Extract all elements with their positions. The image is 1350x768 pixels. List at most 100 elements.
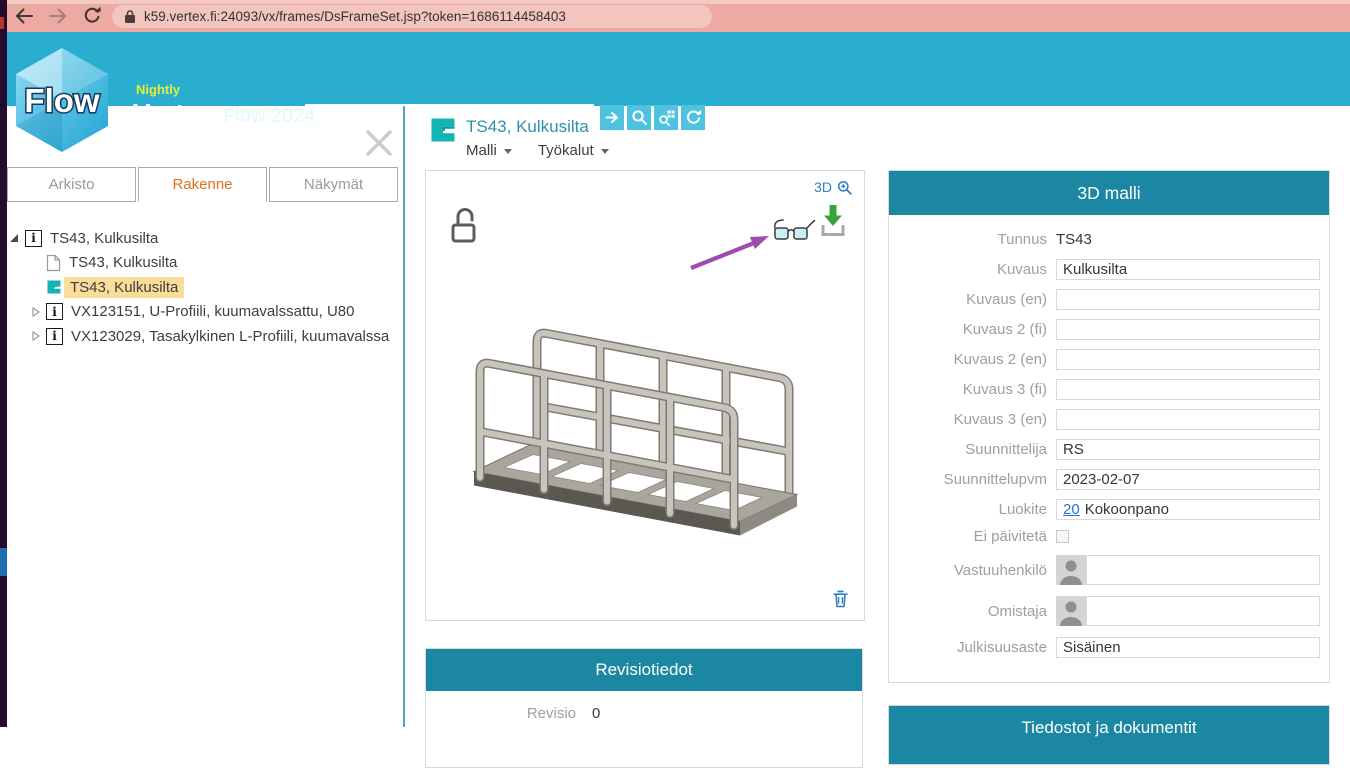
panel-divider	[403, 106, 405, 727]
kuvaus3-fi-input[interactable]	[1056, 379, 1320, 400]
field-label: Vastuuhenkilö	[897, 562, 1047, 579]
zoom-3d-label: 3D	[814, 179, 832, 195]
field-label: Tunnus	[897, 231, 1047, 248]
ei-paiviteta-checkbox[interactable]	[1056, 530, 1069, 543]
kuvaus-input[interactable]	[1056, 259, 1320, 280]
field-kuvaus2-en: Kuvaus 2 (en)	[897, 349, 1329, 370]
kuvaus3-en-input[interactable]	[1056, 409, 1320, 430]
field-tunnus: Tunnus TS43	[897, 229, 1329, 250]
tree-item-root[interactable]: i TS43, Kulkusilta	[7, 226, 404, 251]
search-button[interactable]	[627, 105, 651, 130]
product-name: Flow 2024	[223, 105, 315, 128]
field-label: Luokite	[897, 501, 1047, 518]
open-3d-viewer[interactable]: 3D	[814, 179, 852, 195]
app-header: Nightly Vertex Flow 2024	[0, 32, 1350, 106]
caret-expanded-icon[interactable]	[9, 233, 19, 243]
model-c-icon	[46, 279, 62, 295]
tab-arkisto[interactable]: Arkisto	[7, 167, 136, 202]
field-label: Ei päivitetä	[897, 528, 1047, 545]
address-bar[interactable]: k59.vertex.fi:24093/vx/frames/DsFrameSet…	[112, 5, 712, 28]
suunnittelija-input[interactable]	[1056, 439, 1320, 460]
caret-collapsed-icon[interactable]	[32, 307, 40, 317]
caret-collapsed-icon[interactable]	[32, 331, 40, 341]
files-panel: Tiedostot ja dokumentit	[888, 705, 1330, 765]
ssl-lock-icon	[124, 9, 136, 24]
field-kuvaus: Kuvaus	[897, 259, 1329, 280]
refresh-icon[interactable]	[82, 6, 102, 26]
chevron-down-icon	[601, 149, 609, 154]
field-label: Kuvaus 2 (en)	[897, 351, 1047, 368]
person-avatar-icon	[1056, 555, 1086, 585]
go-arrow-button[interactable]	[600, 105, 624, 130]
close-icon[interactable]	[362, 126, 396, 160]
model-3d-render	[434, 293, 858, 583]
field-kuvaus3-fi: Kuvaus 3 (fi)	[897, 379, 1329, 400]
field-ei-paiviteta: Ei päivitetä	[897, 529, 1329, 543]
annotation-arrow	[681, 226, 781, 276]
tab-nakymat[interactable]: Näkymät	[269, 167, 398, 202]
nightly-badge: Nightly	[136, 82, 180, 97]
field-label: Suunnittelija	[897, 441, 1047, 458]
revisio-row: Revisio 0	[426, 705, 862, 722]
history-refresh-button[interactable]	[681, 105, 705, 130]
page-title: TS43, Kulkusilta	[466, 117, 589, 137]
tree-item-vx123029[interactable]: i VX123029, Tasakylkinen L-Profiili, kuu…	[7, 324, 404, 349]
model-preview-panel: 3D	[425, 170, 865, 621]
field-kuvaus2-fi: Kuvaus 2 (fi)	[897, 319, 1329, 340]
document-icon	[46, 254, 61, 272]
tree-item-vx123151[interactable]: i VX123151, U-Profiili, kuumavalssattu, …	[7, 300, 404, 325]
tree-item-model-selected[interactable]: TS43, Kulkusilta	[7, 275, 404, 300]
back-icon[interactable]	[14, 6, 34, 26]
browser-top-strip	[0, 0, 1350, 4]
details-panel: 3D malli Tunnus TS43 Kuvaus Kuvaus (en) …	[888, 170, 1330, 683]
advanced-search-button[interactable]	[654, 105, 678, 130]
glasses-view-icon[interactable]	[770, 217, 816, 243]
tree-item-drawing[interactable]: TS43, Kulkusilta	[7, 251, 404, 276]
field-luokite: Luokite 20 Kokoonpano	[897, 499, 1329, 520]
field-label: Kuvaus	[897, 261, 1047, 278]
vastuuhenkilo-input[interactable]	[1086, 555, 1320, 585]
suunnittelupvm-input[interactable]	[1056, 469, 1320, 490]
field-omistaja: Omistaja	[897, 596, 1329, 626]
download-icon[interactable]	[820, 204, 846, 238]
menu-tyokalut[interactable]: Työkalut	[538, 142, 609, 159]
luokite-value: Kokoonpano	[1085, 501, 1169, 518]
kuvaus2-en-input[interactable]	[1056, 349, 1320, 370]
field-value: TS43	[1056, 231, 1092, 248]
details-panel-header: 3D malli	[889, 171, 1329, 215]
forward-icon[interactable]	[48, 6, 68, 26]
field-kuvaus3-en: Kuvaus 3 (en)	[897, 409, 1329, 430]
field-kuvaus-en: Kuvaus (en)	[897, 289, 1329, 310]
menu-bar: Malli Työkalut	[466, 142, 609, 159]
field-suunnittelija: Suunnittelija	[897, 439, 1329, 460]
field-vastuuhenkilo: Vastuuhenkilö	[897, 555, 1329, 585]
brand-line: Vertex Flow 2024	[133, 98, 315, 129]
field-label: Kuvaus 3 (fi)	[897, 381, 1047, 398]
field-label: Julkisuusaste	[897, 639, 1047, 656]
structure-tree: i TS43, Kulkusilta TS43, Kulkusilta TS43…	[7, 226, 404, 349]
unlocked-icon[interactable]	[448, 203, 480, 245]
info-box-icon: i	[46, 303, 63, 320]
omistaja-input[interactable]	[1086, 596, 1320, 626]
tree-item-label: VX123151, U-Profiili, kuumavalssattu, U8…	[71, 303, 354, 320]
person-avatar-icon	[1056, 596, 1086, 626]
revision-panel-header: Revisiotiedot	[426, 649, 862, 691]
tab-rakenne[interactable]: Rakenne	[138, 167, 267, 202]
luokite-field[interactable]: 20 Kokoonpano	[1056, 499, 1320, 520]
flow-logo[interactable]: Flow	[6, 44, 118, 156]
field-label: Kuvaus 3 (en)	[897, 411, 1047, 428]
field-label: Suunnittelupvm	[897, 471, 1047, 488]
delete-preview-icon[interactable]	[833, 590, 848, 608]
url-text: k59.vertex.fi:24093/vx/frames/DsFrameSet…	[144, 9, 566, 24]
menu-tyokalut-label: Työkalut	[538, 142, 594, 159]
sidebar-tabs: Arkisto Rakenne Näkymät	[7, 167, 400, 202]
menu-malli[interactable]: Malli	[466, 142, 512, 159]
tree-item-label: TS43, Kulkusilta	[69, 254, 177, 271]
julkisuusaste-input[interactable]	[1056, 637, 1320, 658]
kuvaus-en-input[interactable]	[1056, 289, 1320, 310]
field-suunnittelupvm: Suunnittelupvm	[897, 469, 1329, 490]
luokite-code-link[interactable]: 20	[1063, 501, 1080, 518]
tree-item-label: VX123029, Tasakylkinen L-Profiili, kuuma…	[71, 328, 389, 345]
revisio-value: 0	[592, 705, 600, 722]
kuvaus2-fi-input[interactable]	[1056, 319, 1320, 340]
